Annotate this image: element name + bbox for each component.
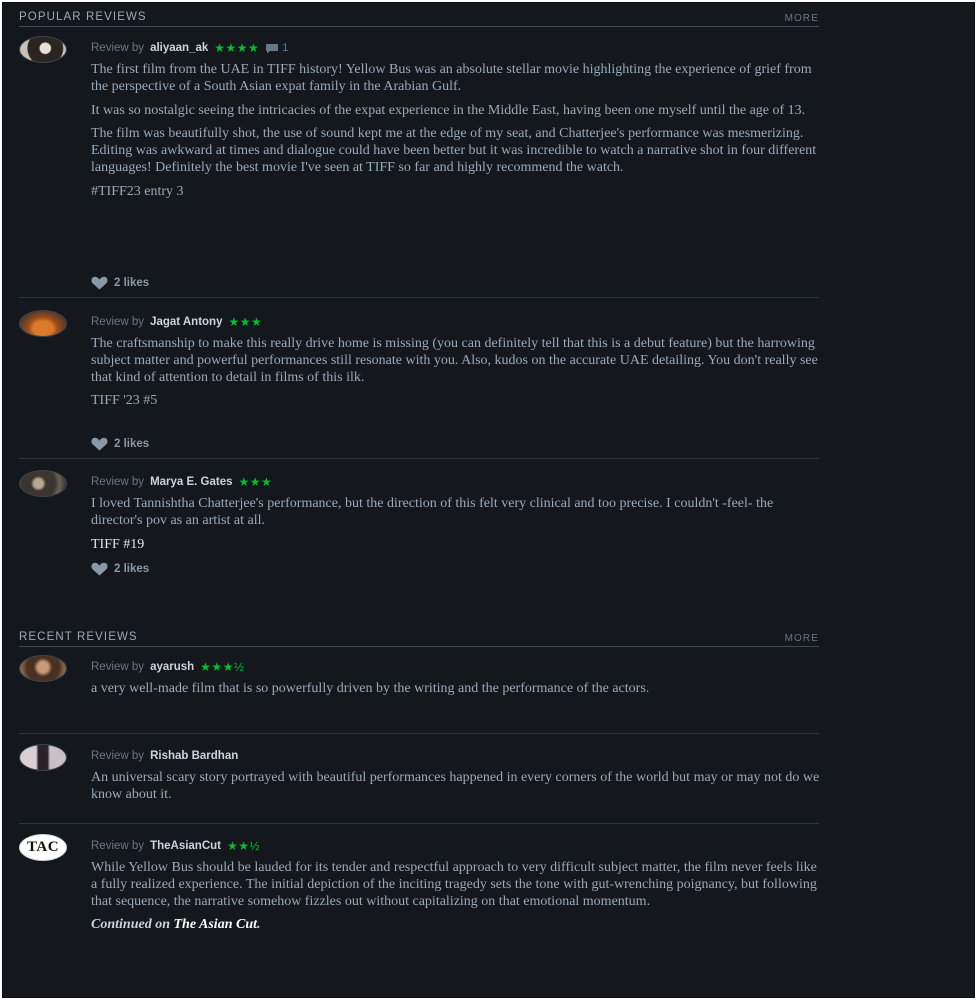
recent-reviews-header: RECENT REVIEWS MORE [19,625,819,647]
rating-stars: ★★★★ [214,41,260,55]
continued-prefix: Continued on [91,917,170,933]
author-name[interactable]: Rishab Bardhan [150,750,238,762]
avatar[interactable] [19,744,67,771]
review-body: a very well-made film that is so powerfu… [91,681,821,705]
popular-reviews-header: POPULAR REVIEWS MORE [19,5,819,27]
review-byline: Review by Marya E. Gates ★★★ [91,474,272,490]
rating-stars: ★★★½ [200,660,245,674]
review-body: The first film from the UAE in TIFF hist… [91,62,821,208]
likes-link[interactable]: 2 likes [91,437,149,451]
review-item: TAC Review by TheAsianCut ★★½ While Yell… [19,834,819,974]
avatar[interactable] [19,655,67,682]
review-item: Review by Rishab Bardhan An universal sc… [19,744,819,824]
author-name[interactable]: TheAsianCut [150,840,221,852]
review-paragraph: #TIFF23 entry 3 [91,183,184,199]
rating-stars: ★★★ [238,475,273,489]
avatar[interactable] [19,36,67,63]
review-byline: Review by Jagat Antony ★★★ [91,314,262,330]
rating-stars: ★★½ [226,839,261,853]
likes-count: 2 likes [114,563,150,575]
review-paragraph: An universal scary story portrayed with … [91,770,820,802]
review-paragraph: The film was beautifully shot, the use o… [91,126,817,175]
more-link[interactable]: MORE [785,13,819,24]
author-name[interactable]: Marya E. Gates [150,476,232,488]
continued-link[interactable]: The Asian Cut [173,917,257,932]
byline-prefix: Review by [91,476,145,488]
review-body: I loved Tannishtha Chatterjee's performa… [91,496,821,560]
comment-count[interactable]: 1 [265,42,288,54]
review-byline: Review by aliyaan_ak ★★★★ 1 [91,40,288,56]
more-link[interactable]: MORE [785,633,819,644]
review-paragraph: TIFF '23 #5 [91,393,158,409]
comment-icon [266,43,279,53]
rating-stars: ★★★ [228,315,263,329]
review-body: An universal scary story portrayed with … [91,770,821,811]
review-body: The craftsmanship to make this really dr… [91,336,821,417]
review-paragraph: While Yellow Bus should be lauded for it… [91,860,817,909]
byline-prefix: Review by [91,42,145,54]
avatar[interactable]: TAC [19,834,67,861]
section-title: RECENT REVIEWS [19,631,138,643]
avatar[interactable] [19,310,67,337]
avatar[interactable] [19,470,67,497]
comment-count-value: 1 [282,42,289,54]
review-paragraph: The first film from the UAE in TIFF hist… [91,62,812,94]
continued-suffix: . [257,917,261,933]
review-byline: Review by Rishab Bardhan [91,748,238,764]
review-paragraph: It was so nostalgic seeing the intricaci… [91,102,806,118]
review-paragraph: The craftsmanship to make this really dr… [91,336,818,385]
review-paragraph: a very well-made film that is so powerfu… [91,681,650,696]
reviews-panel: POPULAR REVIEWS MORE Review by aliyaan_a… [2,2,975,998]
byline-prefix: Review by [91,750,145,762]
section-title: POPULAR REVIEWS [19,11,147,23]
review-item: Review by Jagat Antony ★★★ The craftsman… [19,310,819,459]
review-byline: Review by TheAsianCut ★★½ [91,838,260,854]
likes-count: 2 likes [114,277,150,289]
heart-icon [91,562,108,576]
author-name[interactable]: ayarush [150,661,194,673]
byline-prefix: Review by [91,316,145,328]
byline-prefix: Review by [91,840,145,852]
review-item: Review by aliyaan_ak ★★★★ 1 The first fi… [19,36,819,298]
likes-link[interactable]: 2 likes [91,562,149,576]
review-item: Review by ayarush ★★★½ a very well-made … [19,655,819,734]
review-body: While Yellow Bus should be lauded for it… [91,860,821,941]
likes-count: 2 likes [114,438,150,450]
continued-on-line: Continued on The Asian Cut. [91,917,821,934]
review-byline: Review by ayarush ★★★½ [91,659,244,675]
likes-link[interactable]: 2 likes [91,276,149,290]
heart-icon [91,276,108,290]
review-paragraph: TIFF #19 [91,536,145,552]
heart-icon [91,437,108,451]
author-name[interactable]: Jagat Antony [150,316,222,328]
review-paragraph: I loved Tannishtha Chatterjee's performa… [91,496,774,528]
avatar-initials: TAC [26,839,60,855]
review-item: Review by Marya E. Gates ★★★ I loved Tan… [19,470,819,590]
byline-prefix: Review by [91,661,145,673]
author-name[interactable]: aliyaan_ak [150,42,208,54]
